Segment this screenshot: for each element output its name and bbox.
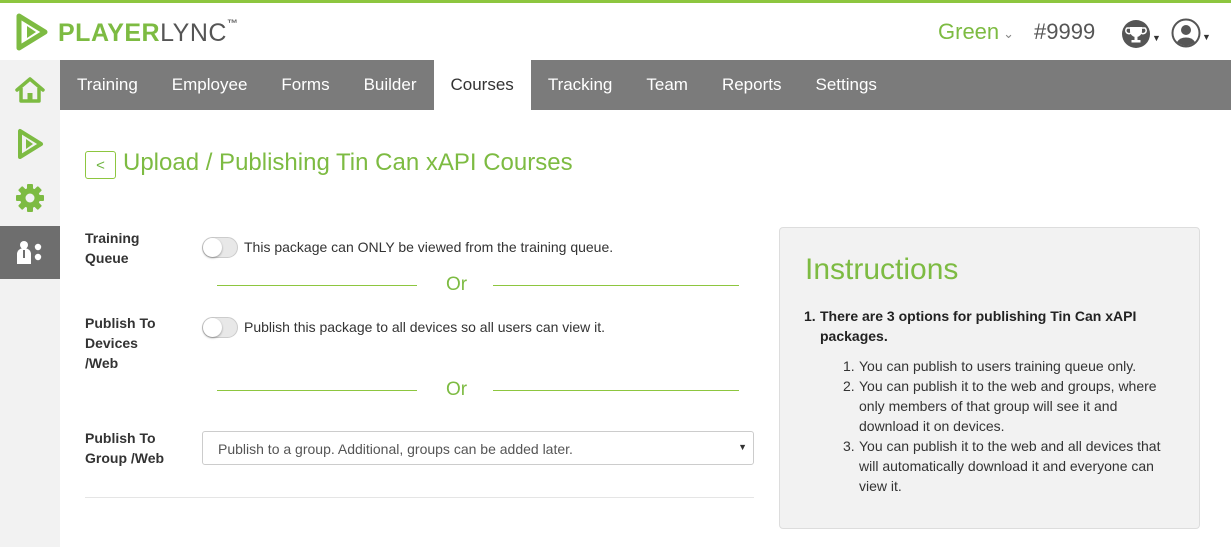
tab-settings[interactable]: Settings: [798, 60, 893, 110]
tab-employee[interactable]: Employee: [155, 60, 265, 110]
or-divider: Or: [217, 274, 739, 295]
instruction-item: 1. There are 3 options for publishing Ti…: [804, 308, 1137, 344]
page-title: Upload / Publishing Tin Can xAPI Courses: [123, 149, 573, 176]
instruction-subitem: 2. You can publish it to the web and gro…: [843, 378, 1157, 434]
back-button[interactable]: <: [85, 151, 116, 179]
instruction-subitem: 3. You can publish it to the web and all…: [843, 438, 1161, 494]
tab-training[interactable]: Training: [60, 60, 155, 110]
account-name-dropdown[interactable]: Green ⌄: [938, 19, 1014, 45]
toggle-knob: [203, 238, 222, 257]
trophy-icon: [1122, 20, 1150, 48]
instructions-title: Instructions: [805, 253, 959, 286]
rail-item-users[interactable]: [0, 226, 60, 279]
logo-play-icon: [16, 13, 48, 51]
chevron-down-icon: ⌄: [1003, 26, 1015, 41]
tab-reports[interactable]: Reports: [705, 60, 799, 110]
training-queue-toggle[interactable]: [202, 237, 238, 258]
publish-devices-toggle[interactable]: [202, 317, 238, 338]
account-id: #9999: [1034, 19, 1096, 44]
rail-item-home[interactable]: [0, 63, 60, 116]
publish-group-label: Publish To Group /Web: [85, 430, 165, 466]
training-queue-label: Training Queue: [85, 230, 140, 266]
or-label: Or: [446, 274, 468, 295]
tab-builder[interactable]: Builder: [347, 60, 434, 110]
training-queue-description: This package can ONLY be viewed from the…: [244, 239, 614, 255]
achievements-menu[interactable]: ▼: [1121, 19, 1161, 49]
tab-forms[interactable]: Forms: [264, 60, 346, 110]
caret-down-icon: ▼: [738, 442, 747, 452]
publish-devices-description: Publish this package to all devices so a…: [244, 319, 606, 335]
toggle-knob: [203, 318, 222, 337]
user-avatar-icon: [1171, 18, 1201, 48]
logo-text: PLAYERLYNC™: [58, 17, 239, 47]
tab-tracking[interactable]: Tracking: [531, 60, 630, 110]
instructions-panel: Instructions 1. There are 3 options for …: [779, 227, 1200, 529]
publish-group-select[interactable]: Publish to a group. Additional, groups c…: [202, 431, 754, 465]
tab-courses[interactable]: Courses: [433, 60, 531, 110]
users-icon: [17, 240, 42, 264]
or-label: Or: [446, 379, 468, 400]
select-value: Publish to a group. Additional, groups c…: [218, 441, 573, 457]
play-icon: [18, 128, 43, 159]
tab-team[interactable]: Team: [629, 60, 705, 110]
instruction-subitem: 1. You can publish to users training que…: [843, 358, 1137, 374]
playerlync-logo[interactable]: PLAYERLYNC™: [14, 12, 238, 52]
account-name-label: Green: [938, 19, 1000, 44]
rail-item-settings[interactable]: [0, 171, 60, 224]
main-nav: Training Employee Forms Builder Courses …: [60, 60, 1231, 110]
form-divider: [85, 497, 754, 498]
or-divider: Or: [217, 379, 739, 400]
home-icon: [15, 76, 45, 103]
user-menu[interactable]: ▼: [1171, 18, 1211, 48]
caret-down-icon: ▼: [1152, 33, 1161, 43]
caret-down-icon: ▼: [1202, 32, 1211, 42]
side-rail: [0, 60, 60, 547]
gear-icon: [16, 183, 44, 212]
rail-item-play[interactable]: [0, 117, 60, 170]
top-header: PLAYERLYNC™ Green ⌄ #9999 ▼ ▼: [0, 0, 1231, 60]
publish-devices-label: Publish To Devices /Web: [85, 315, 156, 371]
